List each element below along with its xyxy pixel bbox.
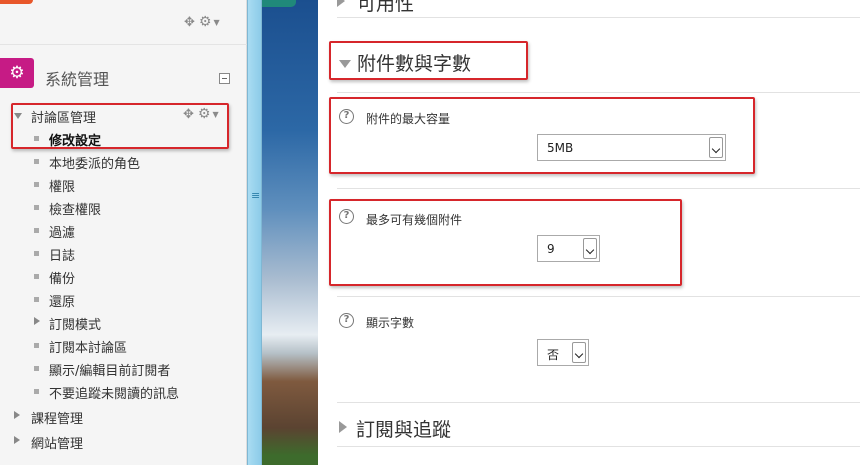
field-divider (337, 92, 860, 93)
max-attachment-size-label: 附件的最大容量 (366, 112, 451, 126)
chevron-down-icon[interactable]: ▼ (213, 18, 219, 27)
select-value: 9 (547, 242, 555, 256)
bullet-icon (34, 366, 39, 371)
admin-gears-icon: ⚙ (0, 58, 34, 88)
chevron-down-icon (572, 342, 586, 363)
gear-icon[interactable]: ⚙ (199, 14, 212, 30)
tree-item-label: 不要追蹤未閱讀的訊息 (49, 387, 180, 402)
collapsed-arrow-icon (34, 317, 40, 325)
collapsed-arrow-icon (14, 436, 20, 444)
bullet-icon (34, 343, 39, 348)
block-divider (0, 44, 247, 45)
section-divider (337, 17, 860, 18)
select-value: 否 (547, 348, 560, 362)
tree-item-label: 日誌 (49, 249, 76, 264)
field-divider (337, 188, 860, 189)
help-icon[interactable]: ? (339, 109, 354, 124)
help-icon[interactable]: ? (339, 209, 354, 224)
bullet-icon (34, 159, 39, 164)
section-title: 附件數與字數 (357, 53, 472, 75)
bullet-icon (34, 251, 39, 256)
tree-item-label: 訂閱本討論區 (49, 341, 128, 356)
max-attachments-label: 最多可有幾個附件 (366, 213, 463, 227)
expanded-arrow-icon (339, 60, 351, 68)
bullet-icon (34, 297, 39, 302)
collapsed-arrow-icon (14, 411, 20, 419)
display-wordcount-label: 顯示字數 (366, 316, 415, 330)
section-title: 訂閱與追蹤 (356, 419, 452, 441)
tree-item-label: 還原 (49, 295, 76, 310)
admin-sidebar: ✥ ⚙ ▼ ⚙ 系統管理 討論區管理 ✥ ⚙ ▼ 修改設定 本地委派的角色 權限… (0, 0, 247, 465)
chevron-down-icon (709, 137, 723, 158)
drag-handle-icon[interactable]: ≡ (251, 189, 260, 202)
tree-item-label: 本地委派的角色 (49, 157, 141, 172)
bullet-icon (34, 182, 39, 187)
gear-icon[interactable]: ⚙ (198, 106, 211, 122)
section-divider (337, 402, 860, 403)
bullet-icon (34, 228, 39, 233)
move-icon[interactable]: ✥ (183, 107, 194, 122)
top-accent-tab (0, 0, 33, 4)
tree-node-label: 討論區管理 (31, 111, 97, 126)
collapsed-arrow-icon (337, 0, 345, 7)
display-wordcount-select[interactable]: 否 (537, 339, 589, 366)
move-icon[interactable]: ✥ (184, 15, 195, 30)
block-title: 系統管理 (45, 70, 110, 89)
tree-item-label: 過濾 (49, 226, 76, 241)
bullet-icon (34, 205, 39, 210)
background-photo (262, 0, 318, 465)
max-attachment-size-select[interactable]: 5MB (537, 134, 726, 161)
select-value: 5MB (547, 141, 574, 155)
section-title: 可用性 (357, 0, 415, 15)
tree-item-label: 訂閱模式 (49, 318, 102, 333)
block-controls-top: ✥ ⚙ ▼ (184, 14, 220, 30)
collapsed-arrow-icon (339, 421, 347, 433)
bullet-icon (34, 274, 39, 279)
section-divider (337, 446, 860, 447)
tree-item-label: 修改設定 (49, 134, 102, 149)
bullet-icon (34, 389, 39, 394)
node-controls: ✥ ⚙ ▼ (183, 106, 219, 122)
tree-item-label: 權限 (49, 180, 76, 195)
help-icon[interactable]: ? (339, 313, 354, 328)
tree-item-label: 顯示/編輯目前訂閱者 (49, 364, 171, 379)
tree-node-label: 課程管理 (31, 412, 84, 427)
collapse-icon[interactable] (219, 73, 230, 84)
tree-item-label: 檢查權限 (49, 203, 102, 218)
field-divider (337, 296, 860, 297)
teal-accent-tab (262, 0, 296, 7)
expanded-arrow-icon (14, 113, 22, 119)
max-attachments-select[interactable]: 9 (537, 235, 600, 262)
tree-node-label: 網站管理 (31, 437, 84, 452)
sidebar-splitter[interactable] (247, 0, 262, 465)
tree-item-label: 備份 (49, 272, 76, 287)
bullet-icon (34, 136, 39, 141)
chevron-down-icon[interactable]: ▼ (212, 110, 218, 119)
chevron-down-icon (583, 238, 597, 259)
